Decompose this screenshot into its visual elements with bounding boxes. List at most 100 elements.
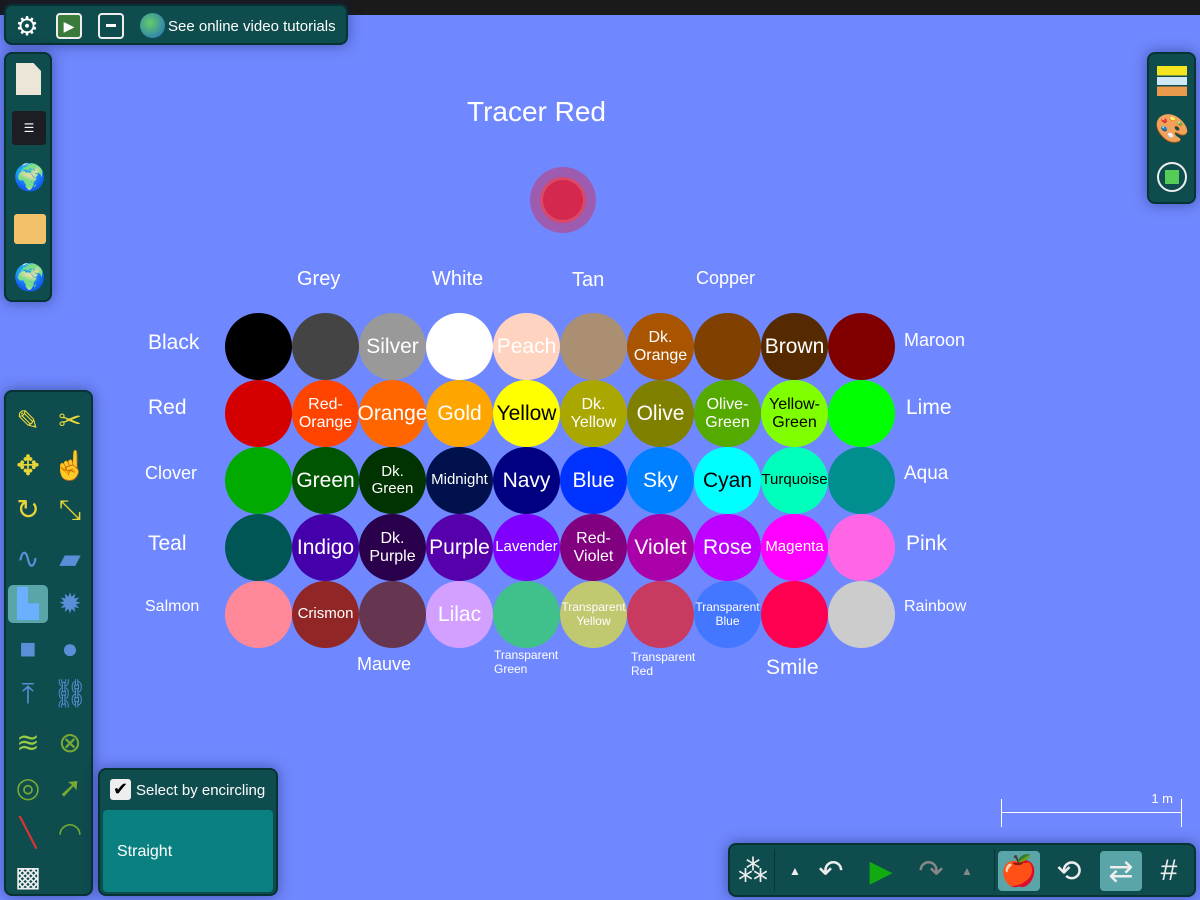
eraser-icon[interactable]: ▰ (50, 540, 90, 578)
swatch-label: Midnight (431, 471, 488, 489)
plane-icon[interactable]: ⤒ (8, 675, 48, 713)
color-swatch[interactable] (828, 380, 895, 447)
gear-shape-icon[interactable]: ✹ (50, 585, 90, 623)
color-swatch[interactable]: Sky (627, 447, 694, 514)
grid-icon[interactable]: # (1148, 851, 1190, 891)
laser-icon[interactable]: ╲ (8, 814, 48, 852)
rotate-view-icon[interactable]: ⟲ (1048, 851, 1090, 891)
browse-online-icon[interactable]: 🌍 (14, 260, 46, 294)
color-swatch[interactable] (828, 514, 895, 581)
color-swatch[interactable]: Yellow- Green (761, 380, 828, 447)
color-swatch[interactable]: Purple (426, 514, 493, 581)
save-icon[interactable]: ☰ (12, 111, 46, 145)
texture-icon[interactable]: ▩ (8, 858, 48, 896)
color-swatch[interactable] (225, 380, 292, 447)
move-icon[interactable]: ✥ (8, 447, 48, 485)
color-label: Mauve (357, 654, 412, 674)
circle-icon[interactable]: ● (50, 630, 90, 668)
undo-menu-icon[interactable]: ▲ (780, 851, 810, 891)
tracer-tool-icon[interactable]: ➚ (50, 769, 90, 807)
play-icon[interactable]: ▶ (860, 851, 902, 891)
color-swatch[interactable]: Green (292, 447, 359, 514)
color-label: Teal (148, 532, 187, 555)
color-swatch[interactable]: Lilac (426, 581, 493, 648)
color-swatch[interactable]: Dk. Orange (627, 313, 694, 380)
color-swatch[interactable]: Dk. Green (359, 447, 426, 514)
color-swatch[interactable]: Indigo (292, 514, 359, 581)
open-folder-icon[interactable] (14, 214, 46, 244)
swatch-label: Violet (634, 535, 687, 559)
box-icon[interactable]: ■ (8, 630, 48, 668)
color-swatch[interactable]: Violet (627, 514, 694, 581)
color-swatch[interactable]: Peach (493, 313, 560, 380)
sketch-icon[interactable]: ✎ (8, 402, 48, 440)
hinge-icon[interactable]: ◎ (8, 769, 48, 807)
color-swatch[interactable]: Dk. Yellow (560, 380, 627, 447)
thruster-icon[interactable]: ◠ (50, 814, 90, 852)
color-swatch[interactable] (225, 447, 292, 514)
materials-icon[interactable] (1157, 66, 1187, 96)
share-scene-icon[interactable]: 🌍 (14, 160, 46, 194)
color-swatch[interactable]: Brown (761, 313, 828, 380)
rope-icon[interactable]: ∿ (8, 540, 48, 578)
globe-icon[interactable] (140, 13, 165, 38)
scale-icon[interactable]: ⤡ (50, 491, 90, 529)
color-swatch[interactable]: Turquoise (761, 447, 828, 514)
transform-icon[interactable] (1157, 162, 1187, 192)
cut-icon[interactable]: ✂ (50, 402, 90, 440)
window-icon[interactable]: ▬ (98, 13, 124, 39)
color-swatch[interactable]: Gold (426, 380, 493, 447)
tutorials-link[interactable]: See online video tutorials (168, 18, 336, 35)
select-by-encircling-checkbox[interactable]: ✔ (110, 779, 131, 800)
color-swatch[interactable]: Midnight (426, 447, 493, 514)
color-swatch[interactable]: Navy (493, 447, 560, 514)
color-swatch[interactable] (426, 313, 493, 380)
color-swatch[interactable]: Red- Orange (292, 380, 359, 447)
color-swatch[interactable]: Olive (627, 380, 694, 447)
color-swatch[interactable] (761, 581, 828, 648)
chain-icon[interactable]: ⛓ (50, 675, 90, 713)
redo-icon[interactable]: ↷ (910, 851, 952, 891)
color-swatch[interactable] (225, 581, 292, 648)
color-swatch[interactable]: Lavender (493, 514, 560, 581)
color-swatch[interactable]: Dk. Purple (359, 514, 426, 581)
color-swatch[interactable]: Silver (359, 313, 426, 380)
color-swatch[interactable] (225, 313, 292, 380)
play-scene-icon[interactable]: ▶ (56, 13, 82, 39)
palette-icon[interactable]: 🎨 (1155, 112, 1190, 146)
color-swatch[interactable] (560, 313, 627, 380)
color-swatch[interactable]: Red- Violet (560, 514, 627, 581)
color-swatch[interactable] (627, 581, 694, 648)
gravity-icon[interactable]: 🍎 (998, 851, 1040, 891)
color-swatch[interactable] (225, 514, 292, 581)
color-swatch[interactable] (694, 313, 761, 380)
brush-icon[interactable]: ▙ (8, 585, 48, 623)
color-swatch[interactable]: Blue (560, 447, 627, 514)
fixate-icon[interactable]: ⊗ (50, 724, 90, 762)
straight-mode-button[interactable]: Straight (103, 810, 273, 892)
color-swatch[interactable] (828, 447, 895, 514)
color-swatch[interactable]: Transparent Blue (694, 581, 761, 648)
redo-menu-icon[interactable]: ▲ (952, 851, 982, 891)
color-swatch[interactable]: Orange (357, 380, 428, 447)
color-swatch[interactable]: Rose (694, 514, 761, 581)
undo-icon[interactable]: ↶ (810, 851, 852, 891)
color-swatch[interactable] (828, 581, 895, 648)
new-scene-icon[interactable] (16, 63, 41, 95)
spring-icon[interactable]: ≋ (8, 724, 48, 762)
color-swatch[interactable]: Yellow (493, 380, 560, 447)
color-swatch[interactable]: Cyan (694, 447, 761, 514)
zoom-grid-icon[interactable]: ⁂ (732, 851, 774, 891)
color-swatch[interactable]: Transparent Yellow (560, 581, 627, 648)
color-swatch[interactable]: Crismon (292, 581, 359, 648)
rotate-icon[interactable]: ↻ (8, 491, 48, 529)
color-swatch[interactable] (493, 581, 560, 648)
color-swatch[interactable] (828, 313, 895, 380)
color-swatch[interactable] (292, 313, 359, 380)
drag-icon[interactable]: ☝ (50, 447, 90, 485)
air-friction-icon[interactable]: ⇄ (1100, 851, 1142, 891)
gear-icon[interactable]: ⚙ (12, 11, 42, 41)
color-swatch[interactable]: Olive- Green (694, 380, 761, 447)
color-swatch[interactable]: Magenta (761, 514, 828, 581)
color-swatch[interactable] (359, 581, 426, 648)
